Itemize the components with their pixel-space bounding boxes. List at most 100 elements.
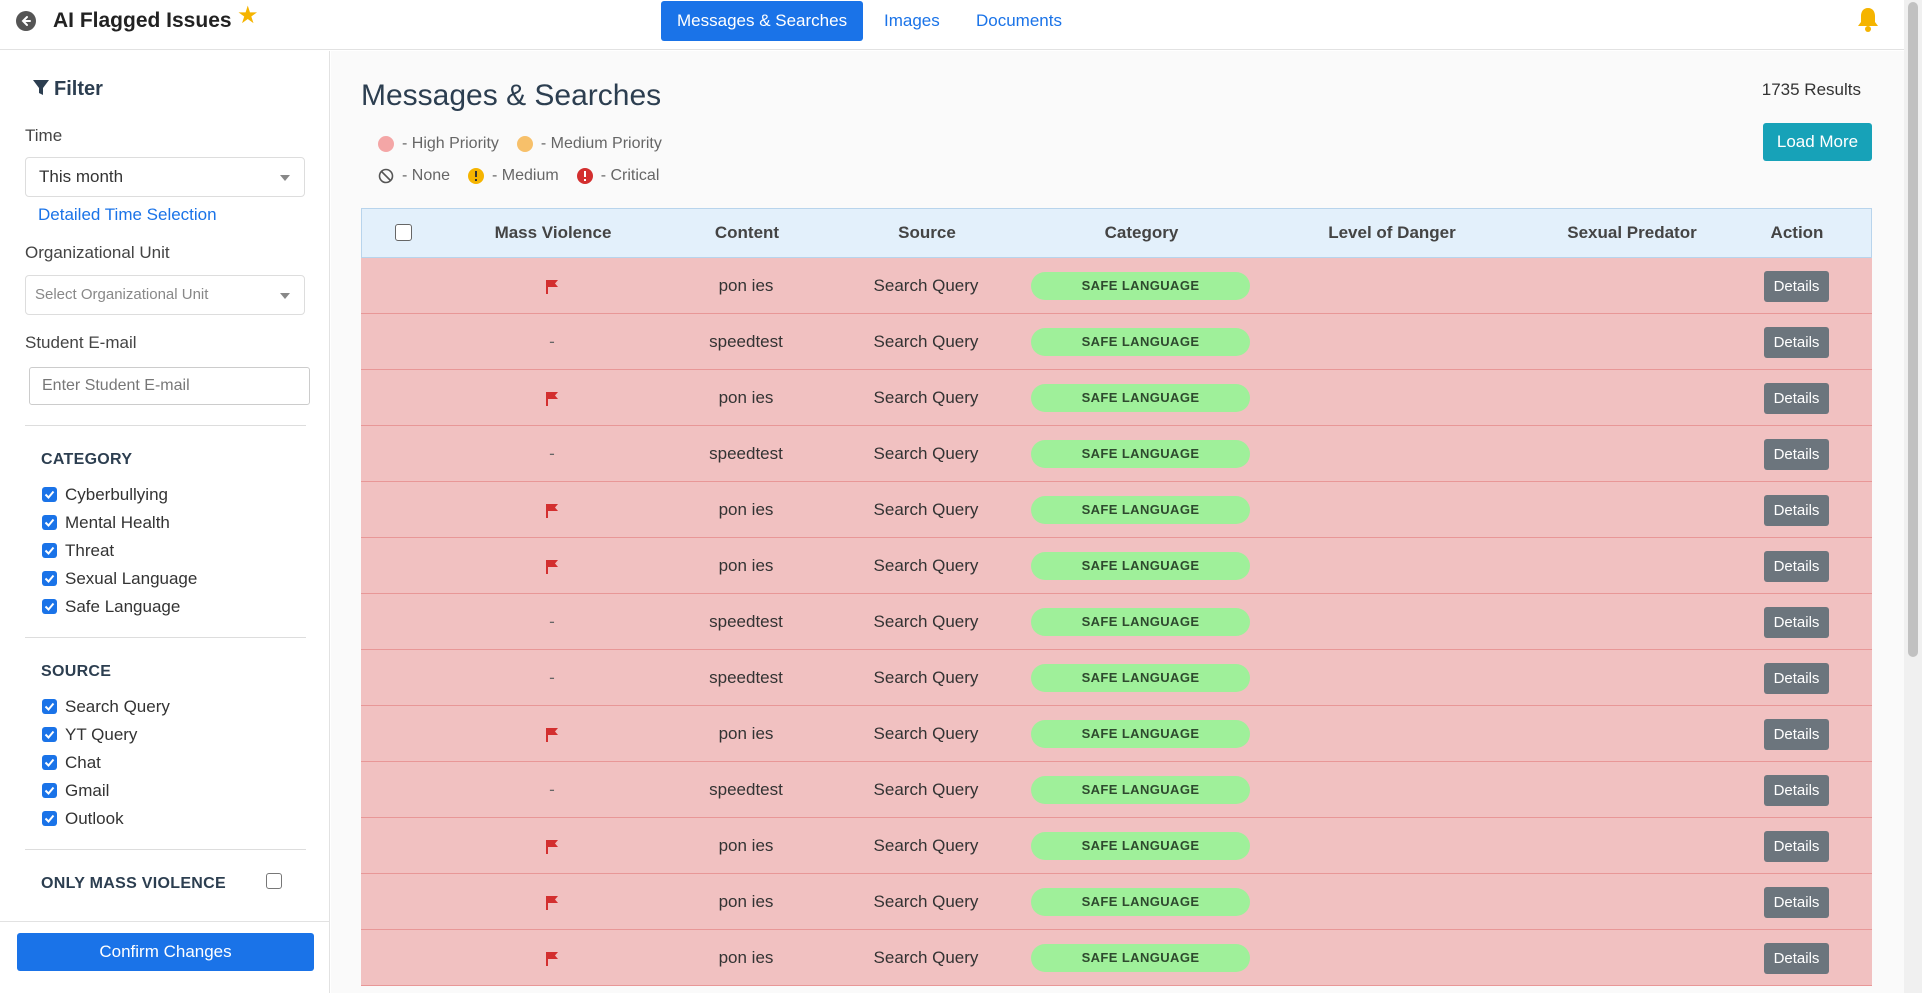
checkbox-checked-icon [42, 543, 57, 558]
flag-icon [546, 391, 558, 406]
source-cell: Search Query [873, 500, 979, 519]
scrollbar-thumb[interactable] [1908, 2, 1918, 657]
table-row[interactable]: pon ies Search Query SAFE LANGUAGE Details [361, 370, 1872, 426]
table-row[interactable]: pon ies Search Query SAFE LANGUAGE Details [361, 930, 1872, 986]
column-header-mass-violence[interactable]: Mass Violence [468, 209, 638, 259]
details-button[interactable]: Details [1764, 607, 1829, 638]
content-cell: speedtest [709, 612, 783, 631]
table-row[interactable]: pon ies Search Query SAFE LANGUAGE Details [361, 258, 1872, 314]
table-row[interactable]: pon ies Search Query SAFE LANGUAGE Details [361, 874, 1872, 930]
details-button[interactable]: Details [1764, 439, 1829, 470]
details-button[interactable]: Details [1764, 663, 1829, 694]
time-select[interactable]: This month [25, 157, 305, 197]
details-button[interactable]: Details [1764, 327, 1829, 358]
details-button[interactable]: Details [1764, 495, 1829, 526]
category-badge: SAFE LANGUAGE [1031, 272, 1250, 300]
star-icon[interactable]: ★ [237, 4, 259, 28]
confirm-changes-button[interactable]: Confirm Changes [17, 933, 314, 971]
source-checkbox-outlook[interactable]: Outlook [42, 808, 124, 830]
source-checkbox-gmail[interactable]: Gmail [42, 780, 109, 802]
source-checkbox-search-query[interactable]: Search Query [42, 696, 170, 718]
table-row[interactable]: - speedtest Search Query SAFE LANGUAGE Detai… [361, 426, 1872, 482]
source-cell: Search Query [873, 948, 979, 967]
mass-violence-cell: - [467, 314, 637, 369]
checkbox-checked-icon [42, 755, 57, 770]
details-button[interactable]: Details [1764, 831, 1829, 862]
load-more-button[interactable]: Load More [1763, 123, 1872, 161]
flag-icon [546, 727, 558, 742]
bell-icon[interactable] [1857, 6, 1879, 37]
select-all-checkbox[interactable] [395, 224, 412, 241]
category-checkbox-cyberbullying[interactable]: Cyberbullying [42, 484, 168, 506]
category-checkbox-safe-language[interactable]: Safe Language [42, 596, 180, 618]
content-cell: pon ies [718, 276, 774, 295]
category-label: Threat [65, 541, 115, 560]
flag-icon [546, 279, 558, 294]
column-header-action: Action [1770, 223, 1824, 242]
main-content: Messages & Searches 1735 Results Load Mo… [331, 51, 1904, 993]
details-button[interactable]: Details [1764, 887, 1829, 918]
results-count: 1735 Results [1761, 80, 1861, 99]
category-checkbox-mental-health[interactable]: Mental Health [42, 512, 170, 534]
back-arrow-icon[interactable] [16, 11, 36, 31]
column-header-category[interactable]: Category [1032, 209, 1251, 259]
category-badge: SAFE LANGUAGE [1031, 328, 1250, 356]
checkbox-checked-icon [42, 727, 57, 742]
table-row[interactable]: pon ies Search Query SAFE LANGUAGE Details [361, 538, 1872, 594]
category-badge: SAFE LANGUAGE [1031, 720, 1250, 748]
source-checkbox-yt-query[interactable]: YT Query [42, 724, 137, 746]
page-scrollbar[interactable] [1904, 0, 1922, 993]
column-header-source[interactable]: Source [862, 209, 992, 259]
details-button[interactable]: Details [1764, 775, 1829, 806]
source-cell: Search Query [873, 724, 979, 743]
details-button[interactable]: Details [1764, 383, 1829, 414]
table-row[interactable]: - speedtest Search Query SAFE LANGUAGE Detai… [361, 762, 1872, 818]
divider [25, 849, 306, 850]
tab-images[interactable]: Images [868, 1, 956, 41]
source-checkbox-chat[interactable]: Chat [42, 752, 101, 774]
source-cell: Search Query [873, 780, 979, 799]
divider [25, 425, 306, 426]
mass-violence-cell [467, 930, 637, 985]
org-unit-select[interactable]: Select Organizational Unit [25, 275, 305, 315]
table-row[interactable]: pon ies Search Query SAFE LANGUAGE Details [361, 706, 1872, 762]
tab-messages-searches[interactable]: Messages & Searches [661, 1, 864, 41]
filter-sidebar: Filter Time This month Detailed Time Sel… [0, 51, 330, 993]
details-button[interactable]: Details [1764, 943, 1829, 974]
content-cell: speedtest [709, 780, 783, 799]
empty-dash: - [549, 780, 555, 799]
table-row[interactable]: pon ies Search Query SAFE LANGUAGE Details [361, 818, 1872, 874]
sidebar-footer: Confirm Changes [0, 921, 329, 993]
table-row[interactable]: - speedtest Search Query SAFE LANGUAGE Detai… [361, 650, 1872, 706]
filter-heading: Filter [32, 78, 103, 101]
source-cell: Search Query [873, 612, 979, 631]
details-button[interactable]: Details [1764, 271, 1829, 302]
detailed-time-selection-link[interactable]: Detailed Time Selection [38, 205, 217, 225]
legend-label: - Medium [492, 167, 559, 184]
mass-violence-checkbox[interactable] [266, 873, 282, 889]
details-button[interactable]: Details [1764, 551, 1829, 582]
table-row[interactable]: - speedtest Search Query SAFE LANGUAGE Detai… [361, 314, 1872, 370]
category-section-title: CATEGORY [41, 451, 133, 468]
category-checkbox-threat[interactable]: Threat [42, 540, 114, 562]
content-cell: pon ies [718, 556, 774, 575]
legend-high-priority: - High Priority [378, 135, 499, 153]
source-cell: Search Query [873, 556, 979, 575]
mass-violence-cell [467, 818, 637, 873]
table-row[interactable]: pon ies Search Query SAFE LANGUAGE Details [361, 482, 1872, 538]
content-cell: pon ies [718, 500, 774, 519]
category-checkbox-sexual-language[interactable]: Sexual Language [42, 568, 197, 590]
student-email-input[interactable] [29, 367, 310, 405]
table-row[interactable]: - speedtest Search Query SAFE LANGUAGE Detai… [361, 594, 1872, 650]
source-cell: Search Query [873, 276, 979, 295]
details-button[interactable]: Details [1764, 719, 1829, 750]
content-cell: speedtest [709, 668, 783, 687]
empty-dash: - [549, 612, 555, 631]
column-header-sexual-predator[interactable]: Sexual Predator [1502, 209, 1762, 259]
medium-priority-dot-icon [516, 136, 533, 152]
tab-documents[interactable]: Documents [960, 1, 1078, 41]
column-header-content[interactable]: Content [682, 209, 812, 259]
column-header-level-of-danger[interactable]: Level of Danger [1262, 209, 1522, 259]
content-cell: pon ies [718, 948, 774, 967]
category-badge: SAFE LANGUAGE [1031, 776, 1250, 804]
